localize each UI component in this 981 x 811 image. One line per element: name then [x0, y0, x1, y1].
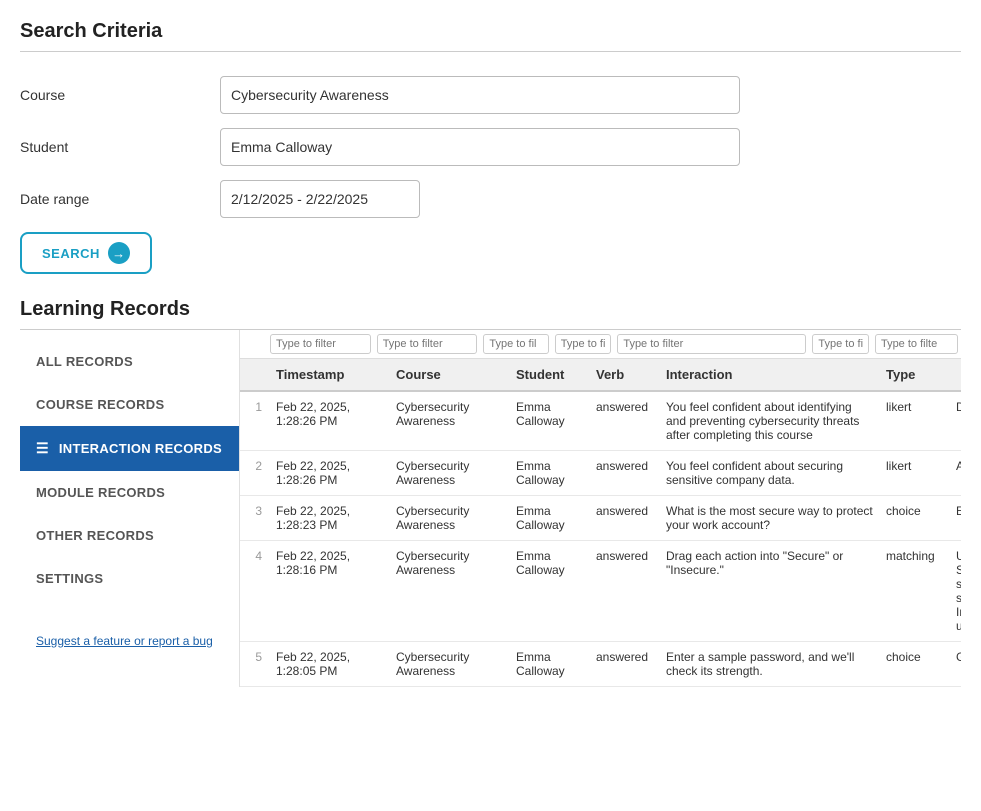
col-header-timestamp: Timestamp: [270, 359, 390, 391]
filter-timestamp[interactable]: [270, 334, 371, 354]
row-result: Agree: [950, 451, 961, 496]
row-timestamp: Feb 22, 2025, 1:28:16 PM: [270, 541, 390, 642]
row-interaction: What is the most secure way to protect y…: [660, 496, 880, 541]
suggest-link[interactable]: Suggest a feature or report a bug: [20, 620, 239, 662]
filter-student[interactable]: [483, 334, 548, 354]
sidebar-item-settings[interactable]: SETTINGS: [20, 557, 239, 600]
module-records-label: MODULE RECORDS: [36, 485, 165, 500]
course-row: Course: [20, 76, 961, 114]
row-interaction: You feel confident about securing sensit…: [660, 451, 880, 496]
row-timestamp: Feb 22, 2025, 1:28:05 PM: [270, 642, 390, 687]
table-row: 2 Feb 22, 2025, 1:28:26 PM Cybersecurity…: [240, 451, 961, 496]
filter-row: [240, 330, 961, 359]
student-row: Student: [20, 128, 961, 166]
row-num: 3: [240, 496, 270, 541]
row-num: 4: [240, 541, 270, 642]
learning-records-section: Learning Records ALL RECORDS COURSE RECO…: [20, 298, 961, 687]
student-input[interactable]: [220, 128, 740, 166]
col-header-result: [950, 359, 961, 391]
col-header-interaction: Interaction: [660, 359, 880, 391]
other-records-label: OTHER RECORDS: [36, 528, 154, 543]
row-num: 1: [240, 391, 270, 451]
filter-verb[interactable]: [555, 334, 612, 354]
row-num: 2: [240, 451, 270, 496]
row-course: Cybersecurity Awareness: [390, 391, 510, 451]
col-header-course: Course: [390, 359, 510, 391]
row-result: Disagree: [950, 391, 961, 451]
row-student: Emma Calloway: [510, 391, 590, 451]
col-header-type: Type: [880, 359, 950, 391]
filter-type[interactable]: [812, 334, 869, 354]
sidebar: ALL RECORDS COURSE RECORDS ☰ INTERACTION…: [20, 330, 240, 687]
row-timestamp: Feb 22, 2025, 1:28:26 PM: [270, 451, 390, 496]
learning-records-title: Learning Records: [20, 298, 961, 321]
filter-course[interactable]: [377, 334, 478, 354]
course-label: Course: [20, 87, 220, 103]
row-student: Emma Calloway: [510, 642, 590, 687]
row-result: G7!$dX4pL...: [950, 642, 961, 687]
row-type: matching: [880, 541, 950, 642]
col-header-student: Student: [510, 359, 590, 391]
search-divider: [20, 51, 961, 52]
row-course: Cybersecurity Awareness: [390, 451, 510, 496]
table-row: 5 Feb 22, 2025, 1:28:05 PM Cybersecurity…: [240, 642, 961, 687]
interaction-records-icon: ☰: [36, 440, 49, 457]
row-type: choice: [880, 642, 950, 687]
row-verb: answered: [590, 391, 660, 451]
row-student: Emma Calloway: [510, 541, 590, 642]
student-label: Student: [20, 139, 220, 155]
col-header-num: [240, 359, 270, 391]
col-header-verb: Verb: [590, 359, 660, 391]
row-student: Emma Calloway: [510, 451, 590, 496]
search-button[interactable]: SEARCH →: [20, 232, 152, 274]
sidebar-item-other-records[interactable]: OTHER RECORDS: [20, 514, 239, 557]
search-button-label: SEARCH: [42, 246, 100, 261]
row-result: Using Multi Secure | Lo stepping aw same…: [950, 541, 961, 642]
search-criteria-section: Search Criteria Course Student Date rang…: [20, 20, 961, 274]
row-interaction: You feel confident about identifying and…: [660, 391, 880, 451]
table-row: 1 Feb 22, 2025, 1:28:26 PM Cybersecurity…: [240, 391, 961, 451]
filter-result[interactable]: [875, 334, 958, 354]
row-verb: answered: [590, 541, 660, 642]
row-timestamp: Feb 22, 2025, 1:28:23 PM: [270, 496, 390, 541]
row-verb: answered: [590, 451, 660, 496]
date-range-input[interactable]: [220, 180, 420, 218]
row-type: choice: [880, 496, 950, 541]
row-verb: answered: [590, 496, 660, 541]
row-type: likert: [880, 451, 950, 496]
row-result: Enable Mul...: [950, 496, 961, 541]
date-range-label: Date range: [20, 191, 220, 207]
search-criteria-title: Search Criteria: [20, 20, 961, 43]
row-course: Cybersecurity Awareness: [390, 642, 510, 687]
row-interaction: Drag each action into "Secure" or "Insec…: [660, 541, 880, 642]
table-row: 4 Feb 22, 2025, 1:28:16 PM Cybersecurity…: [240, 541, 961, 642]
sidebar-item-module-records[interactable]: MODULE RECORDS: [20, 471, 239, 514]
records-table: Timestamp Course Student Verb Interactio…: [240, 359, 961, 687]
row-course: Cybersecurity Awareness: [390, 496, 510, 541]
page-wrapper: Search Criteria Course Student Date rang…: [0, 0, 981, 811]
sidebar-item-all-records[interactable]: ALL RECORDS: [20, 340, 239, 383]
date-range-row: Date range: [20, 180, 961, 218]
sidebar-item-course-records[interactable]: COURSE RECORDS: [20, 383, 239, 426]
row-timestamp: Feb 22, 2025, 1:28:26 PM: [270, 391, 390, 451]
table-area: Timestamp Course Student Verb Interactio…: [240, 330, 961, 687]
row-student: Emma Calloway: [510, 496, 590, 541]
row-type: likert: [880, 391, 950, 451]
settings-label: SETTINGS: [36, 571, 103, 586]
course-records-label: COURSE RECORDS: [36, 397, 164, 412]
records-layout: ALL RECORDS COURSE RECORDS ☰ INTERACTION…: [20, 330, 961, 687]
sidebar-item-interaction-records[interactable]: ☰ INTERACTION RECORDS: [20, 426, 239, 471]
all-records-label: ALL RECORDS: [36, 354, 133, 369]
row-verb: answered: [590, 642, 660, 687]
filter-interaction[interactable]: [617, 334, 806, 354]
row-num: 5: [240, 642, 270, 687]
interaction-records-label: INTERACTION RECORDS: [59, 441, 222, 456]
table-row: 3 Feb 22, 2025, 1:28:23 PM Cybersecurity…: [240, 496, 961, 541]
row-interaction: Enter a sample password, and we'll check…: [660, 642, 880, 687]
search-arrow-icon: →: [108, 242, 130, 264]
row-course: Cybersecurity Awareness: [390, 541, 510, 642]
course-input[interactable]: [220, 76, 740, 114]
